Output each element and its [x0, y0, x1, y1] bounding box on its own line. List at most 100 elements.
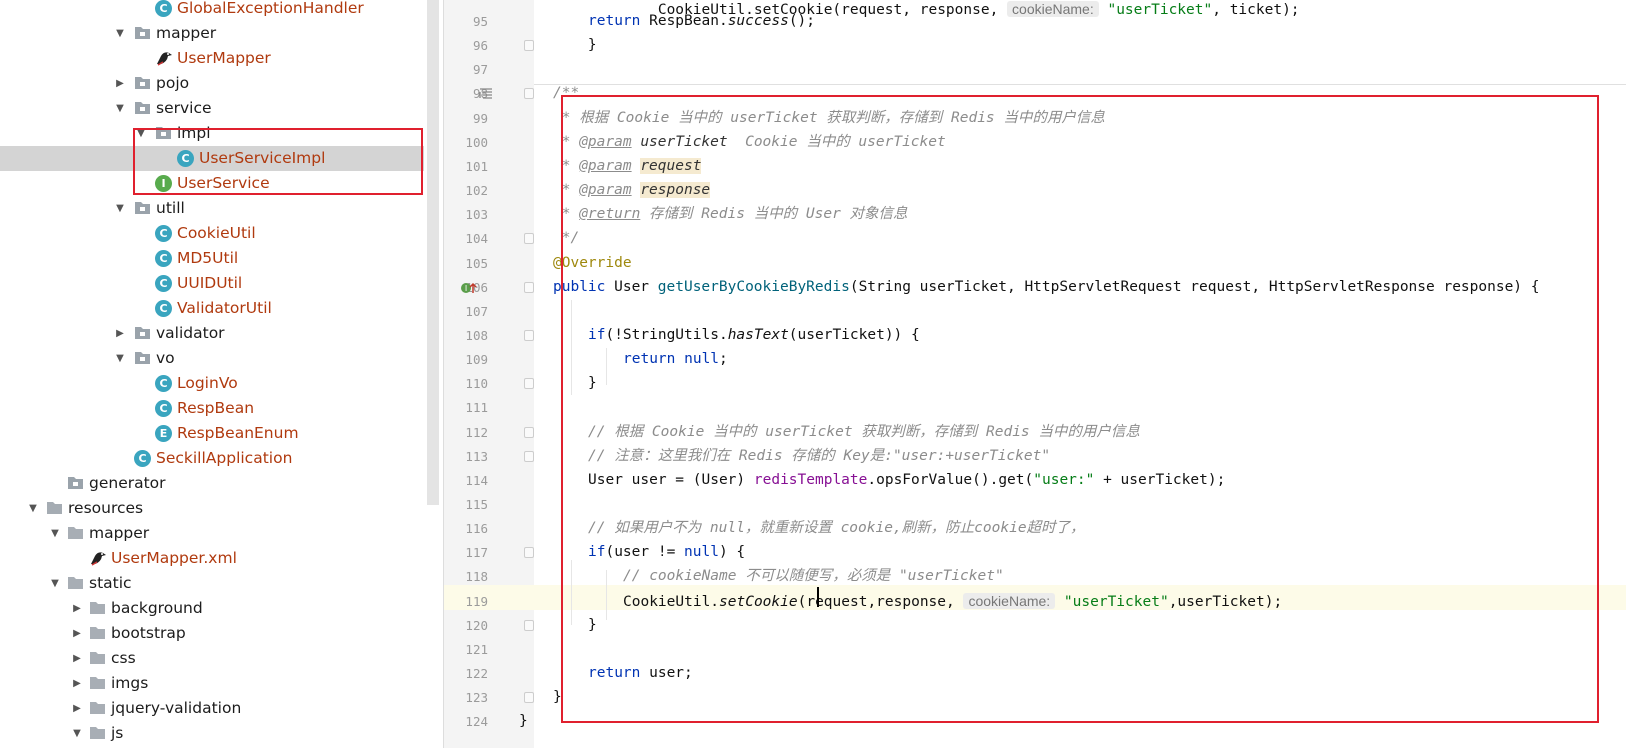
collapsed-arrow-icon[interactable]: ▶ — [70, 646, 84, 671]
tree-row-label: ValidatorUtil — [177, 299, 272, 317]
collapsed-arrow-icon[interactable]: ▶ — [70, 671, 84, 696]
expanded-arrow-icon[interactable]: ▼ — [113, 346, 127, 371]
tree-row-vo[interactable]: ▼ vo — [0, 346, 424, 371]
tree-row-static[interactable]: ▼ static — [0, 571, 424, 596]
render-doc-icon[interactable] — [479, 86, 493, 100]
highlight-box-method — [561, 95, 1599, 723]
tree-row-usermapper-xml[interactable]: UserMapper.xml — [0, 546, 424, 571]
tree-row-js[interactable]: ▼ js — [0, 721, 424, 746]
tree-row-label: UUIDUtil — [177, 274, 243, 292]
fold-marker-icon[interactable] — [524, 547, 534, 559]
method-separator — [534, 84, 1626, 85]
folder-icon — [89, 700, 106, 717]
highlight-box-service-impl — [133, 128, 423, 195]
collapsed-arrow-icon[interactable]: ▶ — [70, 596, 84, 621]
line-number: 108 — [465, 327, 488, 343]
collapsed-arrow-icon[interactable]: ▶ — [113, 71, 127, 96]
fold-marker-icon[interactable] — [524, 692, 534, 704]
tree-row-md5util[interactable]: C MD5Util — [0, 246, 424, 271]
fold-marker-icon[interactable] — [524, 88, 534, 100]
tree-row-label: bootstrap — [111, 624, 186, 642]
project-tree-panel[interactable]: C GlobalExceptionHandler ▼ mapper UserMapper… — [0, 0, 424, 748]
tree-row-label: LoginVo — [177, 374, 238, 392]
line-number: 104 — [465, 231, 488, 247]
line-number: 103 — [465, 207, 488, 223]
code-line-95[interactable]: return RespBean.success(); — [588, 9, 815, 34]
tree-row-mapper[interactable]: ▼ mapper — [0, 21, 424, 46]
tree-row-seckillapplication[interactable]: C SeckillApplication — [0, 446, 424, 471]
tree-row-respbean[interactable]: C RespBean — [0, 396, 424, 421]
tree-row-label: css — [111, 649, 136, 667]
fold-marker-icon[interactable] — [524, 450, 534, 462]
tree-row-resources[interactable]: ▼ resources — [0, 496, 424, 521]
expanded-arrow-icon[interactable]: ▼ — [48, 571, 62, 596]
fold-marker-icon[interactable] — [524, 378, 534, 390]
tree-row-usermapper[interactable]: UserMapper — [0, 46, 424, 71]
line-number: 102 — [465, 183, 488, 199]
line-number: 115 — [465, 497, 488, 512]
tree-row-mapper[interactable]: ▼ mapper — [0, 521, 424, 546]
tree-row-bootstrap[interactable]: ▶ bootstrap — [0, 621, 424, 646]
tree-row-pojo[interactable]: ▶ pojo — [0, 71, 424, 96]
code-token: } — [519, 713, 528, 730]
line-number: 119 — [465, 593, 488, 609]
tree-row-globalexceptionhandler[interactable]: C GlobalExceptionHandler — [0, 0, 424, 21]
expanded-arrow-icon[interactable]: ▼ — [113, 21, 127, 46]
fold-marker-icon[interactable] — [524, 40, 534, 52]
collapsed-arrow-icon[interactable]: ▶ — [70, 696, 84, 721]
tree-row-css[interactable]: ▶ css — [0, 646, 424, 671]
line-number: 124 — [465, 714, 488, 730]
package-folder-icon — [134, 25, 151, 42]
tree-row-jquery-validation[interactable]: ▶ jquery-validation — [0, 696, 424, 721]
code-line-124[interactable]: } — [519, 709, 528, 734]
fold-marker-icon[interactable] — [524, 329, 534, 341]
tree-row-label: mapper — [156, 24, 217, 42]
collapsed-arrow-icon[interactable]: ▶ — [113, 321, 127, 346]
spring-boot-class-icon: C — [134, 450, 151, 467]
tree-row-label: MD5Util — [177, 249, 239, 267]
collapsed-arrow-icon[interactable]: ▶ — [70, 621, 84, 646]
expanded-arrow-icon[interactable]: ▼ — [113, 96, 127, 121]
tree-row-validator[interactable]: ▶ validator — [0, 321, 424, 346]
tree-row-uuidutil[interactable]: C UUIDUtil — [0, 271, 424, 296]
class-icon: C — [155, 0, 172, 17]
tree-row-validatorutil[interactable]: C ValidatorUtil — [0, 296, 424, 321]
implements-method-icon[interactable]: I — [460, 280, 478, 294]
folder-icon — [89, 725, 106, 742]
line-number: 107 — [465, 303, 488, 319]
expanded-arrow-icon[interactable]: ▼ — [48, 521, 62, 546]
resources-folder-icon — [46, 500, 63, 517]
project-tree-scrollbar[interactable] — [427, 0, 439, 505]
expanded-arrow-icon[interactable]: ▼ — [70, 721, 84, 746]
tree-row-label: utill — [156, 199, 185, 217]
tree-row-loginvo[interactable]: C LoginVo — [0, 371, 424, 396]
line-number: 112 — [465, 424, 488, 440]
code-line-96[interactable]: } — [553, 33, 597, 58]
expanded-arrow-icon[interactable]: ▼ — [113, 196, 127, 221]
svg-text:I: I — [465, 284, 467, 293]
tree-row-label: mapper — [89, 524, 150, 542]
tree-row-generator[interactable]: generator — [0, 471, 424, 496]
fold-marker-icon[interactable] — [524, 619, 534, 631]
line-number: 113 — [465, 448, 488, 464]
tree-row-background[interactable]: ▶ background — [0, 596, 424, 621]
tree-row-service[interactable]: ▼ service — [0, 96, 424, 121]
tree-row-imgs[interactable]: ▶ imgs — [0, 671, 424, 696]
line-number: 97 — [472, 62, 488, 78]
package-folder-icon — [67, 475, 84, 492]
line-number: 111 — [465, 400, 488, 416]
code-token: } — [553, 37, 597, 54]
code-token: return — [588, 13, 641, 29]
expanded-arrow-icon[interactable]: ▼ — [26, 496, 40, 521]
tree-row-respbeanenum[interactable]: E RespBeanEnum — [0, 421, 424, 446]
class-icon: C — [155, 225, 172, 242]
tree-row-cookieutil[interactable]: C CookieUtil — [0, 221, 424, 246]
fold-marker-icon[interactable] — [524, 281, 534, 293]
tree-row-utill[interactable]: ▼ utill — [0, 196, 424, 221]
fold-marker-icon[interactable] — [524, 233, 534, 245]
class-icon: C — [155, 400, 172, 417]
code-token: success — [727, 13, 789, 29]
tree-row-label: imgs — [111, 674, 149, 692]
tree-row-label: UserMapper.xml — [111, 549, 237, 567]
fold-marker-icon[interactable] — [524, 426, 534, 438]
